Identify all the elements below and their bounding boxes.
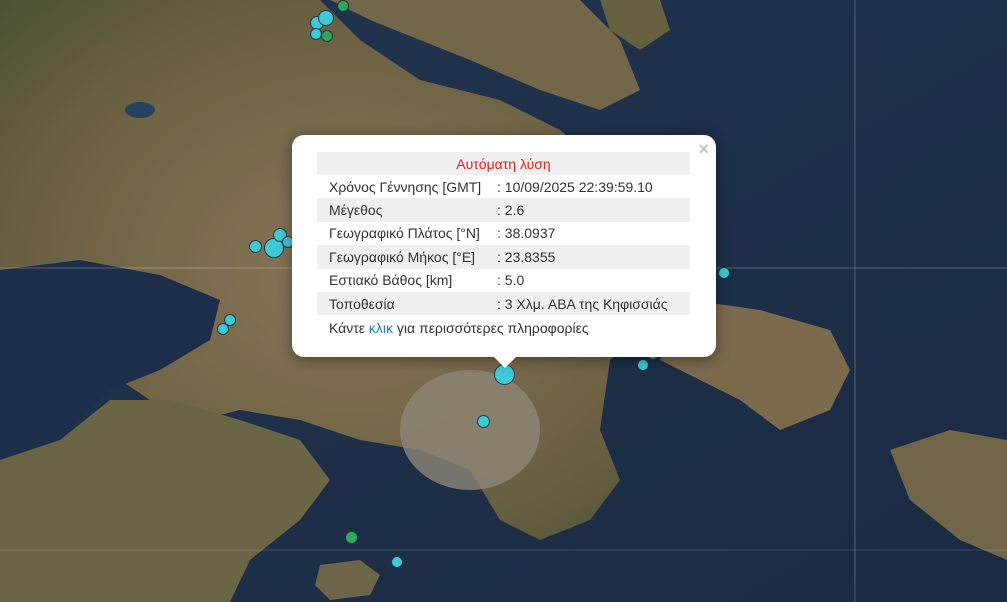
earthquake-marker[interactable] <box>718 267 730 279</box>
detail-label: Χρόνος Γέννησης [GMT] <box>329 178 482 195</box>
more-info-text: Κάντε κλικ για περισσότερες πληροφορίες <box>329 320 589 336</box>
detail-label: Εστιακό Βάθος [km] <box>329 272 453 289</box>
footer-prefix: Κάντε <box>329 320 369 336</box>
more-info-link[interactable]: κλικ <box>369 320 393 336</box>
earthquake-marker[interactable] <box>345 531 358 544</box>
detail-label: Γεωγραφικό Μήκος [°E] <box>317 245 497 269</box>
detail-row: Γεωγραφικό Μήκος [°E] : 23.8355 <box>317 245 690 269</box>
detail-row: Γεωγραφικό Πλάτος [°N] : 38.0937 <box>317 222 690 245</box>
map-view[interactable]: × Αυτόματη λύση Χρόνος Γέννησης [GMT] : … <box>0 0 1007 602</box>
earthquake-marker[interactable] <box>637 359 649 371</box>
earthquake-marker[interactable] <box>477 415 490 428</box>
earthquake-marker[interactable] <box>318 10 334 26</box>
earthquake-marker[interactable] <box>391 556 403 568</box>
earthquake-details-table: Αυτόματη λύση Χρόνος Γέννησης [GMT] : 10… <box>317 152 690 316</box>
detail-value: : 23.8355 <box>497 245 690 269</box>
detail-label: Γεωγραφικό Πλάτος [°N] <box>329 225 480 242</box>
footer-suffix: για περισσότερες πληροφορίες <box>393 320 589 336</box>
detail-value: : 38.0937 <box>497 225 556 242</box>
earthquake-marker[interactable] <box>249 240 262 253</box>
detail-value: : 5.0 <box>497 272 525 289</box>
earthquake-marker[interactable] <box>337 0 349 12</box>
detail-label: Μέγεθος <box>317 198 497 222</box>
detail-row: Τοποθεσία : 3 Χλμ. ΑΒΑ της Κηφισσιάς <box>317 291 690 316</box>
earthquake-marker[interactable] <box>217 323 229 335</box>
detail-row: Εστιακό Βάθος [km] : 5.0 <box>317 269 690 292</box>
detail-value: : 10/09/2025 22:39:59.10 <box>497 178 653 195</box>
earthquake-info-popup: × Αυτόματη λύση Χρόνος Γέννησης [GMT] : … <box>292 135 716 368</box>
popup-pointer <box>493 356 517 368</box>
detail-row: Χρόνος Γέννησης [GMT] : 10/09/2025 22:39… <box>317 175 690 198</box>
detail-label: Τοποθεσία <box>317 291 497 316</box>
earthquake-marker[interactable] <box>321 30 333 42</box>
detail-value: : 3 Χλμ. ΑΒΑ της Κηφισσιάς <box>497 291 690 316</box>
detail-row: Μέγεθος : 2.6 <box>317 198 690 222</box>
close-icon[interactable]: × <box>698 139 709 159</box>
detail-value: : 2.6 <box>497 198 690 222</box>
popup-title: Αυτόματη λύση <box>317 152 690 175</box>
